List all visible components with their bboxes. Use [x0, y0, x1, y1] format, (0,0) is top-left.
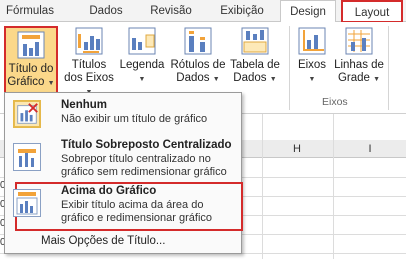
axes-label: Eixos [297, 59, 327, 71]
menu-item-none[interactable]: Nenhum Não exibir um título de gráfico [5, 96, 241, 132]
legend-icon [128, 27, 156, 55]
grid-line [333, 114, 334, 259]
gridlines-icon [345, 27, 373, 55]
column-header-h[interactable]: H [262, 140, 332, 158]
chart-overlay-title-icon [13, 143, 41, 171]
menu-item-description: Não exibir um título de gráfico [61, 113, 208, 125]
tab-dados[interactable]: Dados [78, 0, 134, 22]
chevron-down-icon: ▼ [47, 80, 55, 87]
ribbon-tab-bar: Fórmulas Dados Revisão Exibição Design L… [0, 0, 406, 23]
data-labels-label-1: Rótulos de [170, 59, 226, 71]
axis-titles-icon [75, 27, 103, 55]
menu-item-title: Nenhum [61, 99, 107, 111]
chart-title-label-2: Gráfico [7, 76, 45, 88]
tab-design[interactable]: Design [280, 0, 336, 23]
axes-button[interactable]: Eixos ▼ [294, 26, 330, 86]
chart-no-title-icon [13, 100, 41, 128]
chevron-down-icon: ▼ [212, 76, 220, 83]
grid-line [262, 114, 263, 259]
tab-layout[interactable]: Layout [341, 0, 403, 23]
axis-titles-button[interactable]: Títulos dos Eixos ▼ [64, 26, 114, 99]
legend-button[interactable]: Legenda ▼ [118, 26, 166, 86]
axis-titles-label-2: dos Eixos [64, 72, 114, 84]
chart-title-label-1: Título do [8, 63, 54, 75]
chevron-down-icon: ▼ [373, 76, 381, 83]
data-labels-button[interactable]: Rótulos de Dados ▼ [170, 26, 226, 86]
chart-title-button[interactable]: Título do Gráfico ▼ [4, 26, 58, 96]
tab-formulas[interactable]: Fórmulas [0, 0, 60, 22]
chevron-down-icon: ▼ [269, 76, 277, 83]
chart-title-icon [17, 31, 45, 59]
data-table-icon [241, 27, 269, 55]
column-header-i[interactable]: I [334, 140, 406, 158]
chart-title-above-icon [13, 189, 41, 217]
legend-label: Legenda [119, 59, 165, 71]
ribbon-separator [388, 26, 389, 110]
menu-item-description: Exibir título acima da área do gráfico e… [61, 199, 213, 224]
gridlines-label-2: Grade [337, 72, 370, 84]
chart-title-dropdown-menu: Nenhum Não exibir um título de gráfico T… [4, 92, 243, 254]
menu-item-overlay-centered[interactable]: Título Sobreposto Centralizado Sobrepor … [5, 137, 241, 179]
menu-item-title: Título Sobreposto Centralizado [61, 139, 232, 151]
gridlines-label-1: Linhas de [334, 59, 384, 71]
data-table-label-1: Tabela de [230, 59, 280, 71]
ribbon-separator [289, 26, 290, 110]
axis-titles-label-1: Títulos [71, 59, 107, 71]
menu-item-title: Acima do Gráfico [61, 185, 157, 197]
chevron-down-icon: ▼ [138, 76, 146, 83]
group-label-eixos: Eixos [322, 96, 348, 108]
menu-item-description: Sobrepor título centralizado no gráfico … [61, 153, 227, 178]
gridlines-button[interactable]: Linhas de Grade ▼ [334, 26, 384, 86]
data-table-label-2: Dados [233, 72, 267, 84]
data-table-button[interactable]: Tabela de Dados ▼ [228, 26, 282, 86]
tab-revisao[interactable]: Revisão [140, 0, 202, 22]
data-labels-label-2: Dados [176, 72, 210, 84]
more-title-options-link[interactable]: Mais Opções de Título... [41, 235, 165, 247]
axes-icon [298, 27, 326, 55]
tab-exibicao[interactable]: Exibição [210, 0, 274, 22]
data-labels-icon [184, 27, 212, 55]
menu-item-above-chart[interactable]: Acima do Gráfico Exibir título acima da … [5, 183, 241, 229]
chevron-down-icon: ▼ [308, 76, 316, 83]
